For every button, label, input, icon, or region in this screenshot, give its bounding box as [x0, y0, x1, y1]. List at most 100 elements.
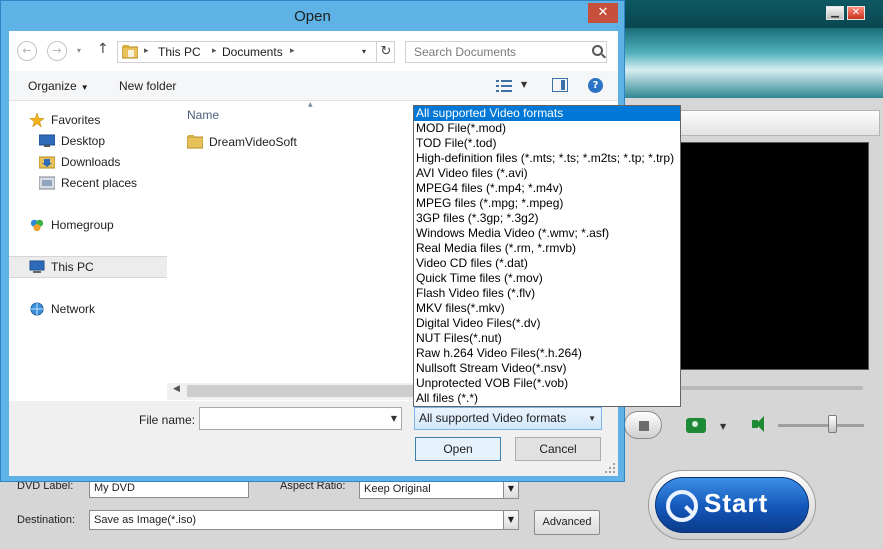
star-icon	[29, 113, 45, 127]
back-button[interactable]: ←	[17, 41, 37, 61]
nav-item-downloads[interactable]: Downloads	[9, 152, 167, 174]
advanced-button[interactable]: Advanced	[534, 510, 600, 535]
breadcrumb-documents[interactable]: Documents	[222, 45, 283, 59]
file-type-dropdown-list: All supported Video formats MOD File(*.mo…	[413, 105, 681, 407]
dialog-title: Open	[294, 8, 331, 25]
file-item-dreamvideosoft[interactable]: DreamVideoSoft	[187, 133, 387, 153]
folder-icon	[187, 135, 203, 149]
breadcrumb-this-pc[interactable]: This PC	[158, 45, 201, 59]
file-type-filter-select[interactable]: All supported Video formats ▼	[414, 407, 602, 430]
snapshot-icon[interactable]	[686, 418, 706, 433]
view-options-icon[interactable]	[496, 80, 512, 92]
file-type-option[interactable]: All files (*.*)	[414, 391, 680, 406]
start-label: Start	[704, 488, 769, 518]
breadcrumb-separator: ▸	[144, 46, 149, 56]
file-type-option[interactable]: Nullsoft Stream Video(*.nsv)	[414, 361, 680, 376]
organize-label: Organize	[28, 79, 77, 93]
file-type-option[interactable]: Real Media files (*.rm, *.rmvb)	[414, 241, 680, 256]
file-type-option[interactable]: High-definition files (*.mts; *.ts; *.m2…	[414, 151, 680, 166]
volume-slider-thumb[interactable]	[828, 415, 837, 433]
search-input[interactable]: Search Documents	[405, 41, 607, 63]
new-folder-button[interactable]: New folder	[119, 79, 176, 93]
file-type-option[interactable]: MKV files(*.mkv)	[414, 301, 680, 316]
nav-item-label: Network	[51, 302, 96, 316]
file-type-option[interactable]: Raw h.264 Video Files(*.h.264)	[414, 346, 680, 361]
nav-item-recent-places[interactable]: Recent places	[9, 173, 167, 195]
file-item-label: DreamVideoSoft	[209, 135, 297, 149]
nav-item-network[interactable]: Network	[9, 299, 167, 321]
forward-button[interactable]: →	[47, 41, 67, 61]
playback-controls: ▼	[620, 404, 883, 450]
app-close-button[interactable]: ✕	[847, 6, 865, 20]
view-options-dropdown-icon[interactable]: ▼	[521, 80, 527, 89]
file-type-option[interactable]: TOD File(*.tod)	[414, 136, 680, 151]
file-type-filter-value: All supported Video formats	[419, 411, 567, 425]
file-type-option[interactable]: NUT Files(*.nut)	[414, 331, 680, 346]
file-type-option[interactable]: AVI Video files (*.avi)	[414, 166, 680, 181]
address-dropdown-icon[interactable]: ▾	[354, 42, 374, 62]
cancel-button[interactable]: Cancel	[515, 437, 601, 461]
file-name-dropdown-icon[interactable]: ▼	[391, 414, 397, 423]
sort-indicator-icon: ▲	[308, 101, 313, 108]
nav-item-homegroup[interactable]: Homegroup	[9, 215, 167, 237]
nav-item-desktop[interactable]: Desktop	[9, 131, 167, 153]
file-type-option[interactable]: MOD File(*.mod)	[414, 121, 680, 136]
search-icon[interactable]	[592, 45, 603, 56]
organize-button[interactable]: Organize ▼	[28, 79, 89, 93]
snapshot-dropdown-icon[interactable]: ▼	[720, 422, 726, 431]
destination-select[interactable]: Save as Image(*.iso)	[89, 510, 504, 530]
computer-icon	[29, 260, 45, 273]
scrollbar-thumb[interactable]	[187, 385, 417, 397]
recent-locations-icon[interactable]: ▾	[77, 46, 81, 55]
file-type-dropdown-icon[interactable]: ▼	[588, 408, 596, 429]
file-type-option[interactable]: Flash Video files (*.flv)	[414, 286, 680, 301]
network-icon	[30, 302, 44, 316]
navigation-bar: ← → ▾ ↑ ▸ This PC ▸ Documents ▸ ▾ ↻ Sear…	[9, 31, 618, 71]
nav-item-label: Recent places	[61, 176, 138, 190]
dialog-close-button[interactable]: ✕	[588, 3, 618, 23]
breadcrumb-separator: ▸	[212, 46, 217, 56]
recent-places-icon	[39, 176, 55, 190]
refresh-button[interactable]: ↻	[376, 42, 395, 62]
up-button[interactable]: ↑	[97, 41, 109, 57]
address-bar[interactable]: ▸ This PC ▸ Documents ▸ ▾ ↻	[117, 41, 395, 63]
file-name-label: File name:	[139, 413, 196, 427]
file-type-option[interactable]: MPEG4 files (*.mp4; *.m4v)	[414, 181, 680, 196]
file-type-option[interactable]: Quick Time files (*.mov)	[414, 271, 680, 286]
file-type-option[interactable]: 3GP files (*.3gp; *.3g2)	[414, 211, 680, 226]
nav-item-this-pc[interactable]: This PC	[9, 256, 167, 278]
stop-button[interactable]	[624, 411, 662, 439]
scroll-left-icon[interactable]: ◀	[173, 384, 180, 394]
help-icon[interactable]: ?	[588, 78, 603, 93]
start-icon	[666, 490, 698, 522]
nav-item-label: This PC	[51, 260, 94, 274]
open-button[interactable]: Open	[415, 437, 501, 461]
file-type-option[interactable]: All supported Video formats	[414, 106, 680, 121]
file-type-option[interactable]: Windows Media Video (*.wmv; *.asf)	[414, 226, 680, 241]
breadcrumb-separator: ▸	[290, 46, 295, 56]
aspect-ratio-dropdown-icon[interactable]: ▼	[503, 479, 519, 499]
navigation-pane: Favorites Desktop Downloads Recent place…	[9, 101, 167, 401]
desktop-icon	[39, 134, 55, 147]
nav-item-label: Desktop	[61, 134, 106, 148]
file-type-option[interactable]: Video CD files (*.dat)	[414, 256, 680, 271]
file-type-option[interactable]: Unprotected VOB File(*.vob)	[414, 376, 680, 391]
organize-caret-icon: ▼	[80, 83, 89, 92]
aspect-ratio-select[interactable]: Keep Original	[359, 479, 504, 499]
start-button-face: Start	[655, 477, 809, 533]
nav-item-label: Favorites	[51, 113, 101, 127]
nav-item-label: Downloads	[61, 155, 121, 169]
volume-slider[interactable]	[778, 424, 864, 427]
file-type-option[interactable]: Digital Video Files(*.dv)	[414, 316, 680, 331]
resize-grip-icon[interactable]	[605, 463, 615, 473]
volume-icon[interactable]	[750, 416, 768, 432]
start-button[interactable]: Start	[648, 470, 816, 540]
destination-dropdown-icon[interactable]: ▼	[503, 510, 519, 530]
file-type-option[interactable]: MPEG files (*.mpg; *.mpeg)	[414, 196, 680, 211]
app-minimize-button[interactable]: ▁	[826, 6, 844, 20]
nav-item-favorites[interactable]: Favorites	[9, 110, 167, 132]
column-header-name[interactable]: Name	[187, 108, 219, 122]
preview-pane-icon[interactable]	[552, 78, 568, 92]
file-name-input[interactable]: ▼	[199, 407, 402, 430]
homegroup-icon	[30, 219, 44, 232]
